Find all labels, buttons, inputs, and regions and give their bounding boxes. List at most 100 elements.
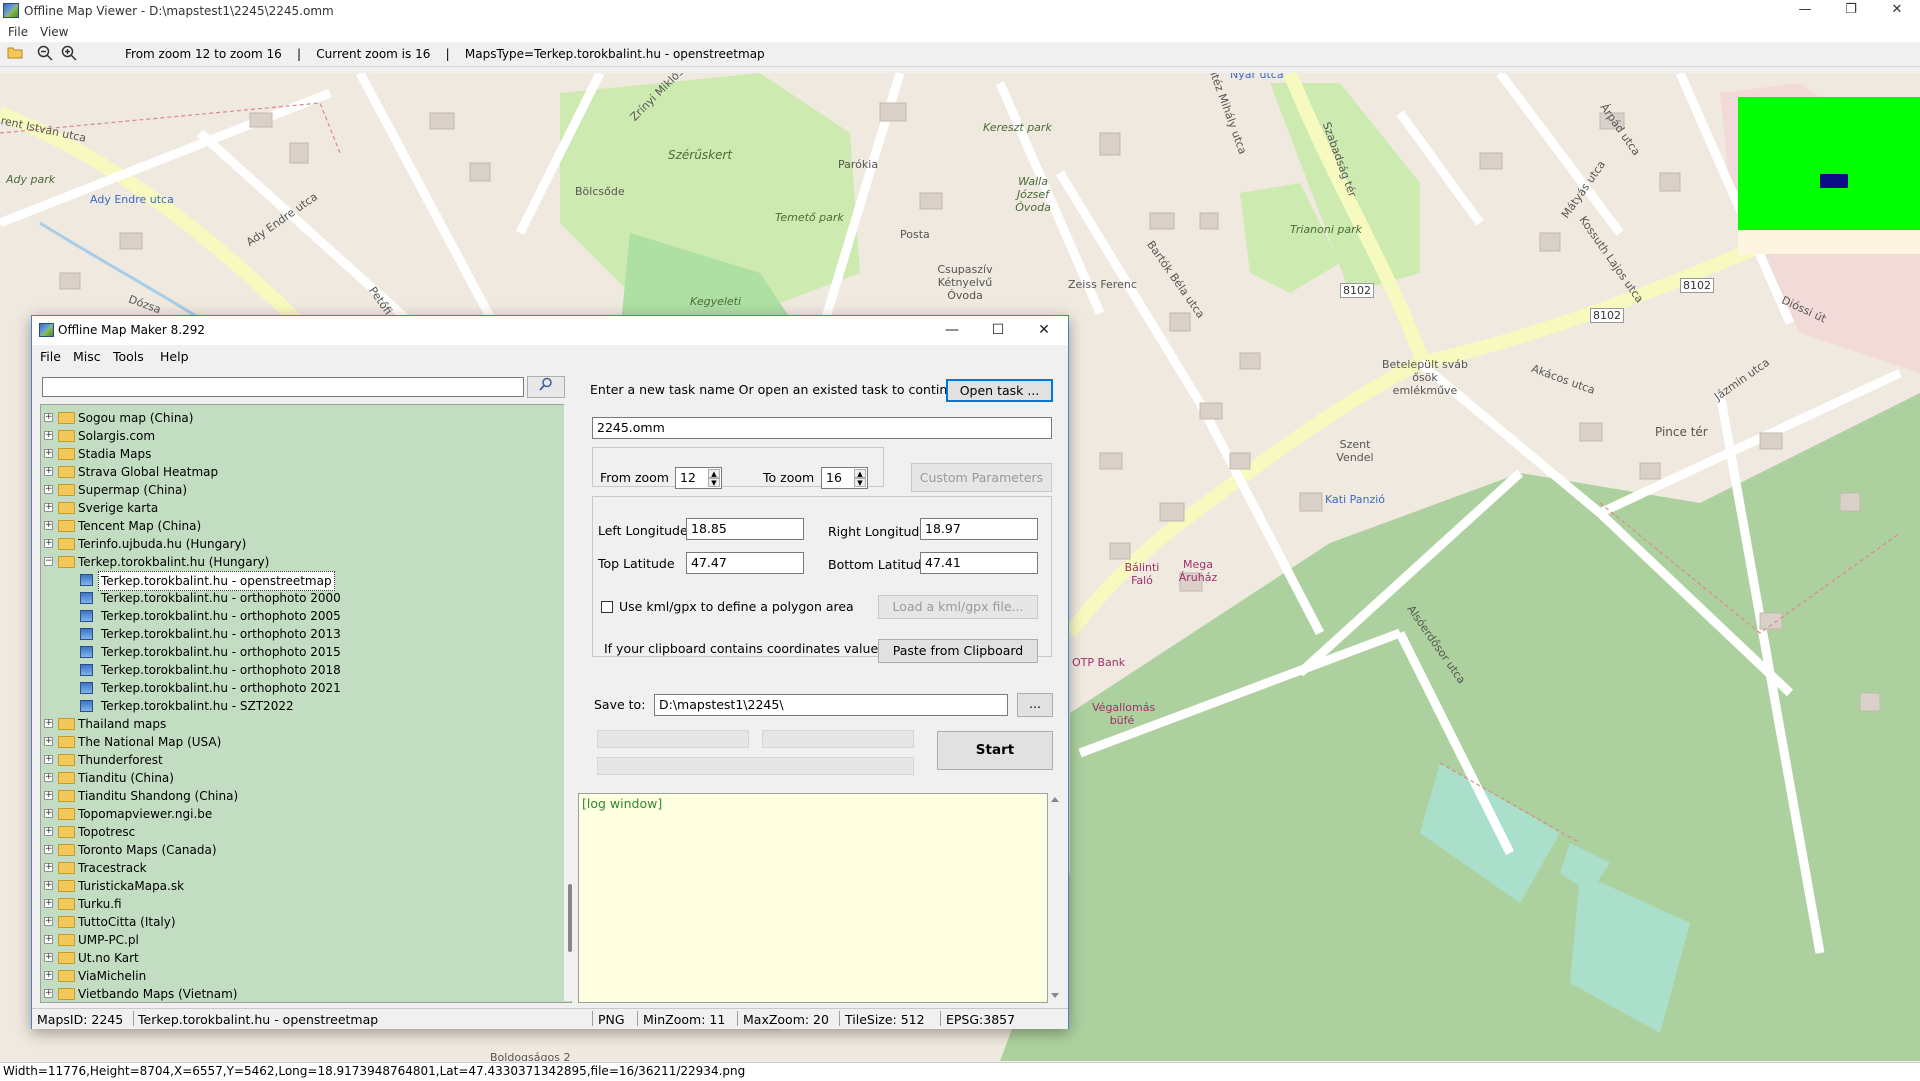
expand-icon[interactable]: + <box>44 845 53 854</box>
zoom-in-icon[interactable] <box>60 45 78 63</box>
bottom-latitude-field[interactable]: 47.41 <box>920 552 1038 574</box>
maximize-button[interactable]: ❐ <box>1828 0 1874 22</box>
to-zoom-down-icon[interactable]: ▼ <box>854 478 866 487</box>
tree-folder-item[interactable]: + Strava Global Heatmap <box>41 463 561 481</box>
tree-folder-item[interactable]: − Terkep.torokbalint.hu (Hungary) <box>41 553 561 571</box>
expand-icon[interactable]: + <box>44 953 53 962</box>
expand-icon[interactable]: + <box>44 917 53 926</box>
tree-folder-item[interactable]: + Thailand maps <box>41 715 561 733</box>
tree-map-item[interactable]: Terkep.torokbalint.hu - orthophoto 2013 <box>41 625 561 643</box>
log-scrollbar[interactable] <box>1048 793 1062 1003</box>
expand-icon[interactable]: + <box>44 791 53 800</box>
expand-icon[interactable]: + <box>44 467 53 476</box>
expand-icon[interactable]: + <box>44 737 53 746</box>
custom-parameters-button[interactable]: Custom Parameters <box>911 463 1052 492</box>
dialog-menu-misc[interactable]: Misc <box>73 349 101 364</box>
tree-scrollbar[interactable] <box>564 404 578 1001</box>
dialog-menu-file[interactable]: File <box>40 349 61 364</box>
search-button[interactable] <box>527 376 565 398</box>
tree-folder-item[interactable]: + ViaMichelin <box>41 967 561 985</box>
start-button[interactable]: Start <box>937 731 1053 770</box>
map-source-tree[interactable]: + Sogou map (China) + Solargis.com + Stadia M… <box>40 404 572 1003</box>
expand-icon[interactable]: + <box>44 521 53 530</box>
expand-icon[interactable]: + <box>44 809 53 818</box>
tree-folder-item[interactable]: + Thunderforest <box>41 751 561 769</box>
from-zoom-down-icon[interactable]: ▼ <box>708 478 720 487</box>
tree-map-item[interactable]: Terkep.torokbalint.hu - orthophoto 2018 <box>41 661 561 679</box>
menu-file[interactable]: File <box>8 25 28 39</box>
tree-folder-item[interactable]: + Solargis.com <box>41 427 561 445</box>
to-zoom-up-icon[interactable]: ▲ <box>854 469 866 478</box>
tree-folder-item[interactable]: + Sogou map (China) <box>41 409 561 427</box>
close-button[interactable]: ✕ <box>1874 0 1920 22</box>
expand-icon[interactable]: + <box>44 773 53 782</box>
paste-clipboard-button[interactable]: Paste from Clipboard <box>878 639 1038 663</box>
task-name-field[interactable]: 2245.omm <box>592 417 1052 439</box>
tree-folder-item[interactable]: + Tianditu (China) <box>41 769 561 787</box>
collapse-icon[interactable]: − <box>44 557 53 566</box>
from-zoom-up-icon[interactable]: ▲ <box>708 469 720 478</box>
minimize-button[interactable]: — <box>1782 0 1828 22</box>
tree-folder-item[interactable]: + Tencent Map (China) <box>41 517 561 535</box>
tree-folder-item[interactable]: + TuttoCitta (Italy) <box>41 913 561 931</box>
tree-folder-item[interactable]: + UMP-PC.pl <box>41 931 561 949</box>
tree-map-item[interactable]: Terkep.torokbalint.hu - SZT2022 <box>41 697 561 715</box>
tree-map-item[interactable]: Terkep.torokbalint.hu - orthophoto 2015 <box>41 643 561 661</box>
tree-map-item[interactable]: Terkep.torokbalint.hu - orthophoto 2000 <box>41 589 561 607</box>
left-longitude-field[interactable]: 18.85 <box>686 518 804 540</box>
dialog-close-button[interactable]: ✕ <box>1021 316 1067 345</box>
expand-icon[interactable]: + <box>44 413 53 422</box>
expand-icon[interactable]: + <box>44 935 53 944</box>
tree-folder-item[interactable]: + Tianditu Shandong (China) <box>41 787 561 805</box>
expand-icon[interactable]: + <box>44 863 53 872</box>
zoom-out-icon[interactable] <box>36 45 54 63</box>
open-task-button[interactable]: Open task ... <box>946 379 1053 402</box>
tree-folder-item[interactable]: + Sverige karta <box>41 499 561 517</box>
expand-icon[interactable]: + <box>44 539 53 548</box>
tree-folder-item[interactable]: + Toronto Maps (Canada) <box>41 841 561 859</box>
expand-icon[interactable]: + <box>44 989 53 998</box>
expand-icon[interactable]: + <box>44 899 53 908</box>
tree-folder-item[interactable]: + Turku.fi <box>41 895 561 913</box>
expand-icon[interactable]: + <box>44 881 53 890</box>
tree-folder-item[interactable]: + The National Map (USA) <box>41 733 561 751</box>
open-folder-icon[interactable] <box>6 45 24 63</box>
tree-folder-item[interactable]: + Topomapviewer.ngi.be <box>41 805 561 823</box>
menu-view[interactable]: View <box>40 25 68 39</box>
from-zoom-stepper[interactable]: 12 ▲ ▼ <box>675 467 722 489</box>
expand-icon[interactable]: + <box>44 503 53 512</box>
top-latitude-field[interactable]: 47.47 <box>686 552 804 574</box>
dialog-menu-tools[interactable]: Tools <box>113 349 144 364</box>
tree-map-item[interactable]: Terkep.torokbalint.hu - orthophoto 2005 <box>41 607 561 625</box>
map-search-input[interactable] <box>42 377 524 397</box>
expand-icon[interactable]: + <box>44 485 53 494</box>
tree-folder-item[interactable]: + Terinfo.ujbuda.hu (Hungary) <box>41 535 561 553</box>
expand-icon[interactable]: + <box>44 719 53 728</box>
tree-folder-item[interactable]: + Supermap (China) <box>41 481 561 499</box>
tree-folder-item[interactable]: + Stadia Maps <box>41 445 561 463</box>
to-zoom-stepper[interactable]: 16 ▲ ▼ <box>821 467 868 489</box>
save-path-field[interactable]: D:\mapstest1\2245\ <box>654 694 1008 716</box>
expand-icon[interactable]: + <box>44 971 53 980</box>
tree-scroll-thumb[interactable] <box>568 884 572 952</box>
tree-folder-item[interactable]: + TuristickaMapa.sk <box>41 877 561 895</box>
expand-icon[interactable]: + <box>44 755 53 764</box>
overview-minimap[interactable] <box>1738 97 1920 230</box>
dialog-menu-help[interactable]: Help <box>160 349 189 364</box>
tree-folder-item[interactable]: + Vietbando Maps (Vietnam) <box>41 985 561 1002</box>
load-kml-button[interactable]: Load a kml/gpx file... <box>878 595 1038 619</box>
use-kml-checkbox[interactable] <box>601 601 613 613</box>
minimap-viewport[interactable] <box>1820 174 1848 188</box>
tree-folder-item[interactable]: + Tracestrack <box>41 859 561 877</box>
dialog-maximize-button[interactable]: ☐ <box>975 316 1021 345</box>
tree-folder-item[interactable]: + Ut.no Kart <box>41 949 561 967</box>
expand-icon[interactable]: + <box>44 449 53 458</box>
tree-map-item[interactable]: Terkep.torokbalint.hu - openstreetmap <box>41 571 561 591</box>
expand-icon[interactable]: + <box>44 827 53 836</box>
tree-folder-item[interactable]: + Topotresc <box>41 823 561 841</box>
browse-button[interactable]: ... <box>1017 693 1053 717</box>
expand-icon[interactable]: + <box>44 431 53 440</box>
dialog-minimize-button[interactable]: — <box>929 316 975 345</box>
log-window[interactable]: [log window] <box>578 793 1048 1003</box>
tree-map-item[interactable]: Terkep.torokbalint.hu - orthophoto 2021 <box>41 679 561 697</box>
